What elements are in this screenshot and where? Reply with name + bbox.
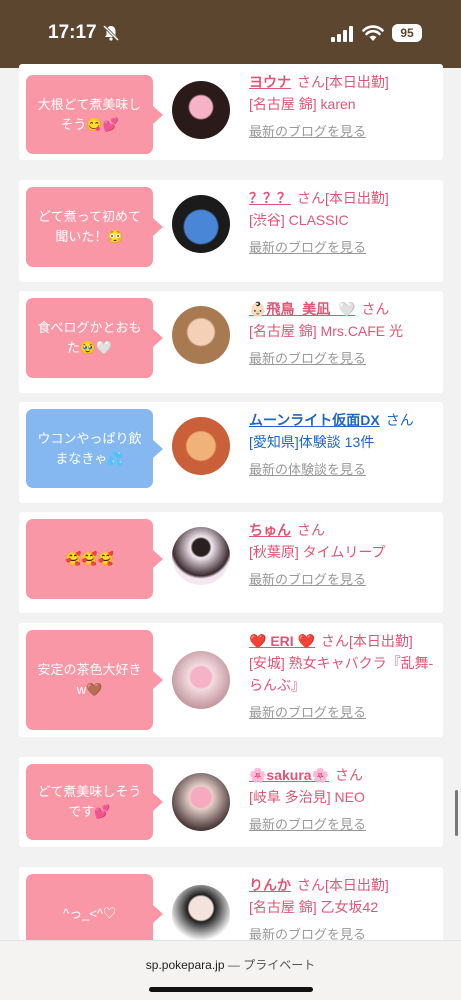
status-bar: 17:17 95 xyxy=(0,0,461,68)
comment-card: 安定の茶色大好きw🤎 ❤️ ERI ❤️ さん[本日出勤] [安城] 熟女キャバク… xyxy=(19,623,443,737)
comment-card: どて煮って初めて聞いた！😳 ？？？ さん[本日出勤] [渋谷] CLASSIC 最… xyxy=(19,180,443,282)
shop-label: [安城] 熟女キャバクラ『乱舞-らんぶ』 xyxy=(249,655,434,693)
latest-blog-link[interactable]: 最新のブログを見る xyxy=(249,121,366,140)
comment-bubble: 大根どて煮美味しそう😋💕 xyxy=(26,75,163,154)
shop-label: [名古屋 錦] karen xyxy=(249,96,356,112)
signal-icon xyxy=(331,26,353,42)
comment-card: どて煮美味しそうです💕 🌸sakura🌸 さん [岐阜 多治見] NEO 最新のブ… xyxy=(19,757,443,847)
latest-blog-link[interactable]: 最新のブログを見る xyxy=(249,814,366,833)
honorific: さん xyxy=(361,301,390,317)
honorific: さん xyxy=(320,633,349,649)
comment-bubble: どて煮美味しそうです💕 xyxy=(26,764,163,840)
latest-blog-link[interactable]: 最新のブログを見る xyxy=(249,237,366,256)
honorific: さん xyxy=(297,74,325,90)
user-name-link[interactable]: りんか xyxy=(249,877,291,893)
avatar[interactable] xyxy=(172,81,230,139)
comment-bubble: 🥰🥰🥰 xyxy=(26,519,163,599)
scrollbar-thumb[interactable] xyxy=(455,790,458,836)
honorific: さん xyxy=(335,767,364,783)
status-tag: [本日出勤] xyxy=(325,74,389,90)
status-tag: [本日出勤] xyxy=(325,190,389,206)
avatar[interactable] xyxy=(172,885,230,943)
browser-address-bar[interactable]: sp.pokepara.jp — プライベート xyxy=(0,940,461,1000)
user-name-link[interactable]: ❤️ ERI ❤️ xyxy=(249,633,315,649)
avatar[interactable] xyxy=(172,195,230,253)
latest-report-link[interactable]: 最新の体験談を見る xyxy=(249,459,366,478)
comment-bubble: どて煮って初めて聞いた！😳 xyxy=(26,187,163,267)
wifi-icon xyxy=(362,25,384,41)
home-indicator[interactable] xyxy=(149,987,313,992)
comment-card: ウコンやっぱり飲まなきゃ💦 ムーンライト仮面DX さん [愛知県]体験談 13件 … xyxy=(19,402,443,503)
user-name-link[interactable]: ちゅん xyxy=(249,522,291,538)
shop-label: [秋葉原] タイムリープ xyxy=(249,544,386,560)
honorific: さん xyxy=(385,412,414,428)
latest-blog-link[interactable]: 最新のブログを見る xyxy=(249,348,366,367)
honorific: さん xyxy=(297,877,325,893)
shop-label: [岐阜 多治見] NEO xyxy=(249,789,365,805)
shop-label: [名古屋 錦] 乙女坂42 xyxy=(249,899,379,915)
user-name-link[interactable]: ムーンライト仮面DX xyxy=(249,412,380,428)
user-name-link[interactable]: ヨウナ xyxy=(249,74,291,90)
latest-blog-link[interactable]: 最新のブログを見る xyxy=(249,702,366,721)
status-tag: [本日出勤] xyxy=(348,633,413,649)
avatar[interactable] xyxy=(172,773,230,831)
url-text[interactable]: sp.pokepara.jp — プライベート xyxy=(0,956,461,973)
bell-slash-icon xyxy=(102,24,120,42)
user-name-link[interactable]: 👶🏻飛鳥_美凪_🤍 xyxy=(249,301,355,317)
avatar[interactable] xyxy=(172,527,230,585)
honorific: さん xyxy=(297,190,325,206)
comment-bubble: ウコンやっぱり飲まなきゃ💦 xyxy=(26,409,163,488)
latest-blog-link[interactable]: 最新のブログを見る xyxy=(249,569,366,588)
avatar[interactable] xyxy=(172,306,230,364)
user-name-link[interactable]: ？？？ xyxy=(249,190,291,206)
avatar[interactable] xyxy=(172,417,230,475)
comment-card: 大根どて煮美味しそう😋💕 ヨウナ さん[本日出勤] [名古屋 錦] karen 最… xyxy=(19,64,443,160)
honorific: さん xyxy=(297,522,325,538)
clock: 17:17 xyxy=(48,22,97,43)
comment-card: 食べログかとおもた🥹🤍 👶🏻飛鳥_美凪_🤍 さん [名古屋 錦] Mrs.CAFE… xyxy=(19,291,443,393)
battery-indicator: 95 xyxy=(392,24,422,42)
domain-label: sp.pokepara.jp xyxy=(145,958,225,972)
private-mode-label: — プライベート xyxy=(227,958,316,972)
shop-label: [愛知県]体験談 13件 xyxy=(249,434,375,450)
shop-label: [名古屋 錦] Mrs.CAFE 光 xyxy=(249,323,403,339)
comment-card: 🥰🥰🥰 ちゅん さん [秋葉原] タイムリープ 最新のブログを見る xyxy=(19,512,443,613)
comment-bubble: 食べログかとおもた🥹🤍 xyxy=(26,298,163,378)
shop-label: [渋谷] CLASSIC xyxy=(249,212,349,228)
avatar[interactable] xyxy=(172,651,230,709)
user-name-link[interactable]: 🌸sakura🌸 xyxy=(249,767,329,783)
comment-bubble: 安定の茶色大好きw🤎 xyxy=(26,630,163,730)
status-tag: [本日出勤] xyxy=(325,877,389,893)
